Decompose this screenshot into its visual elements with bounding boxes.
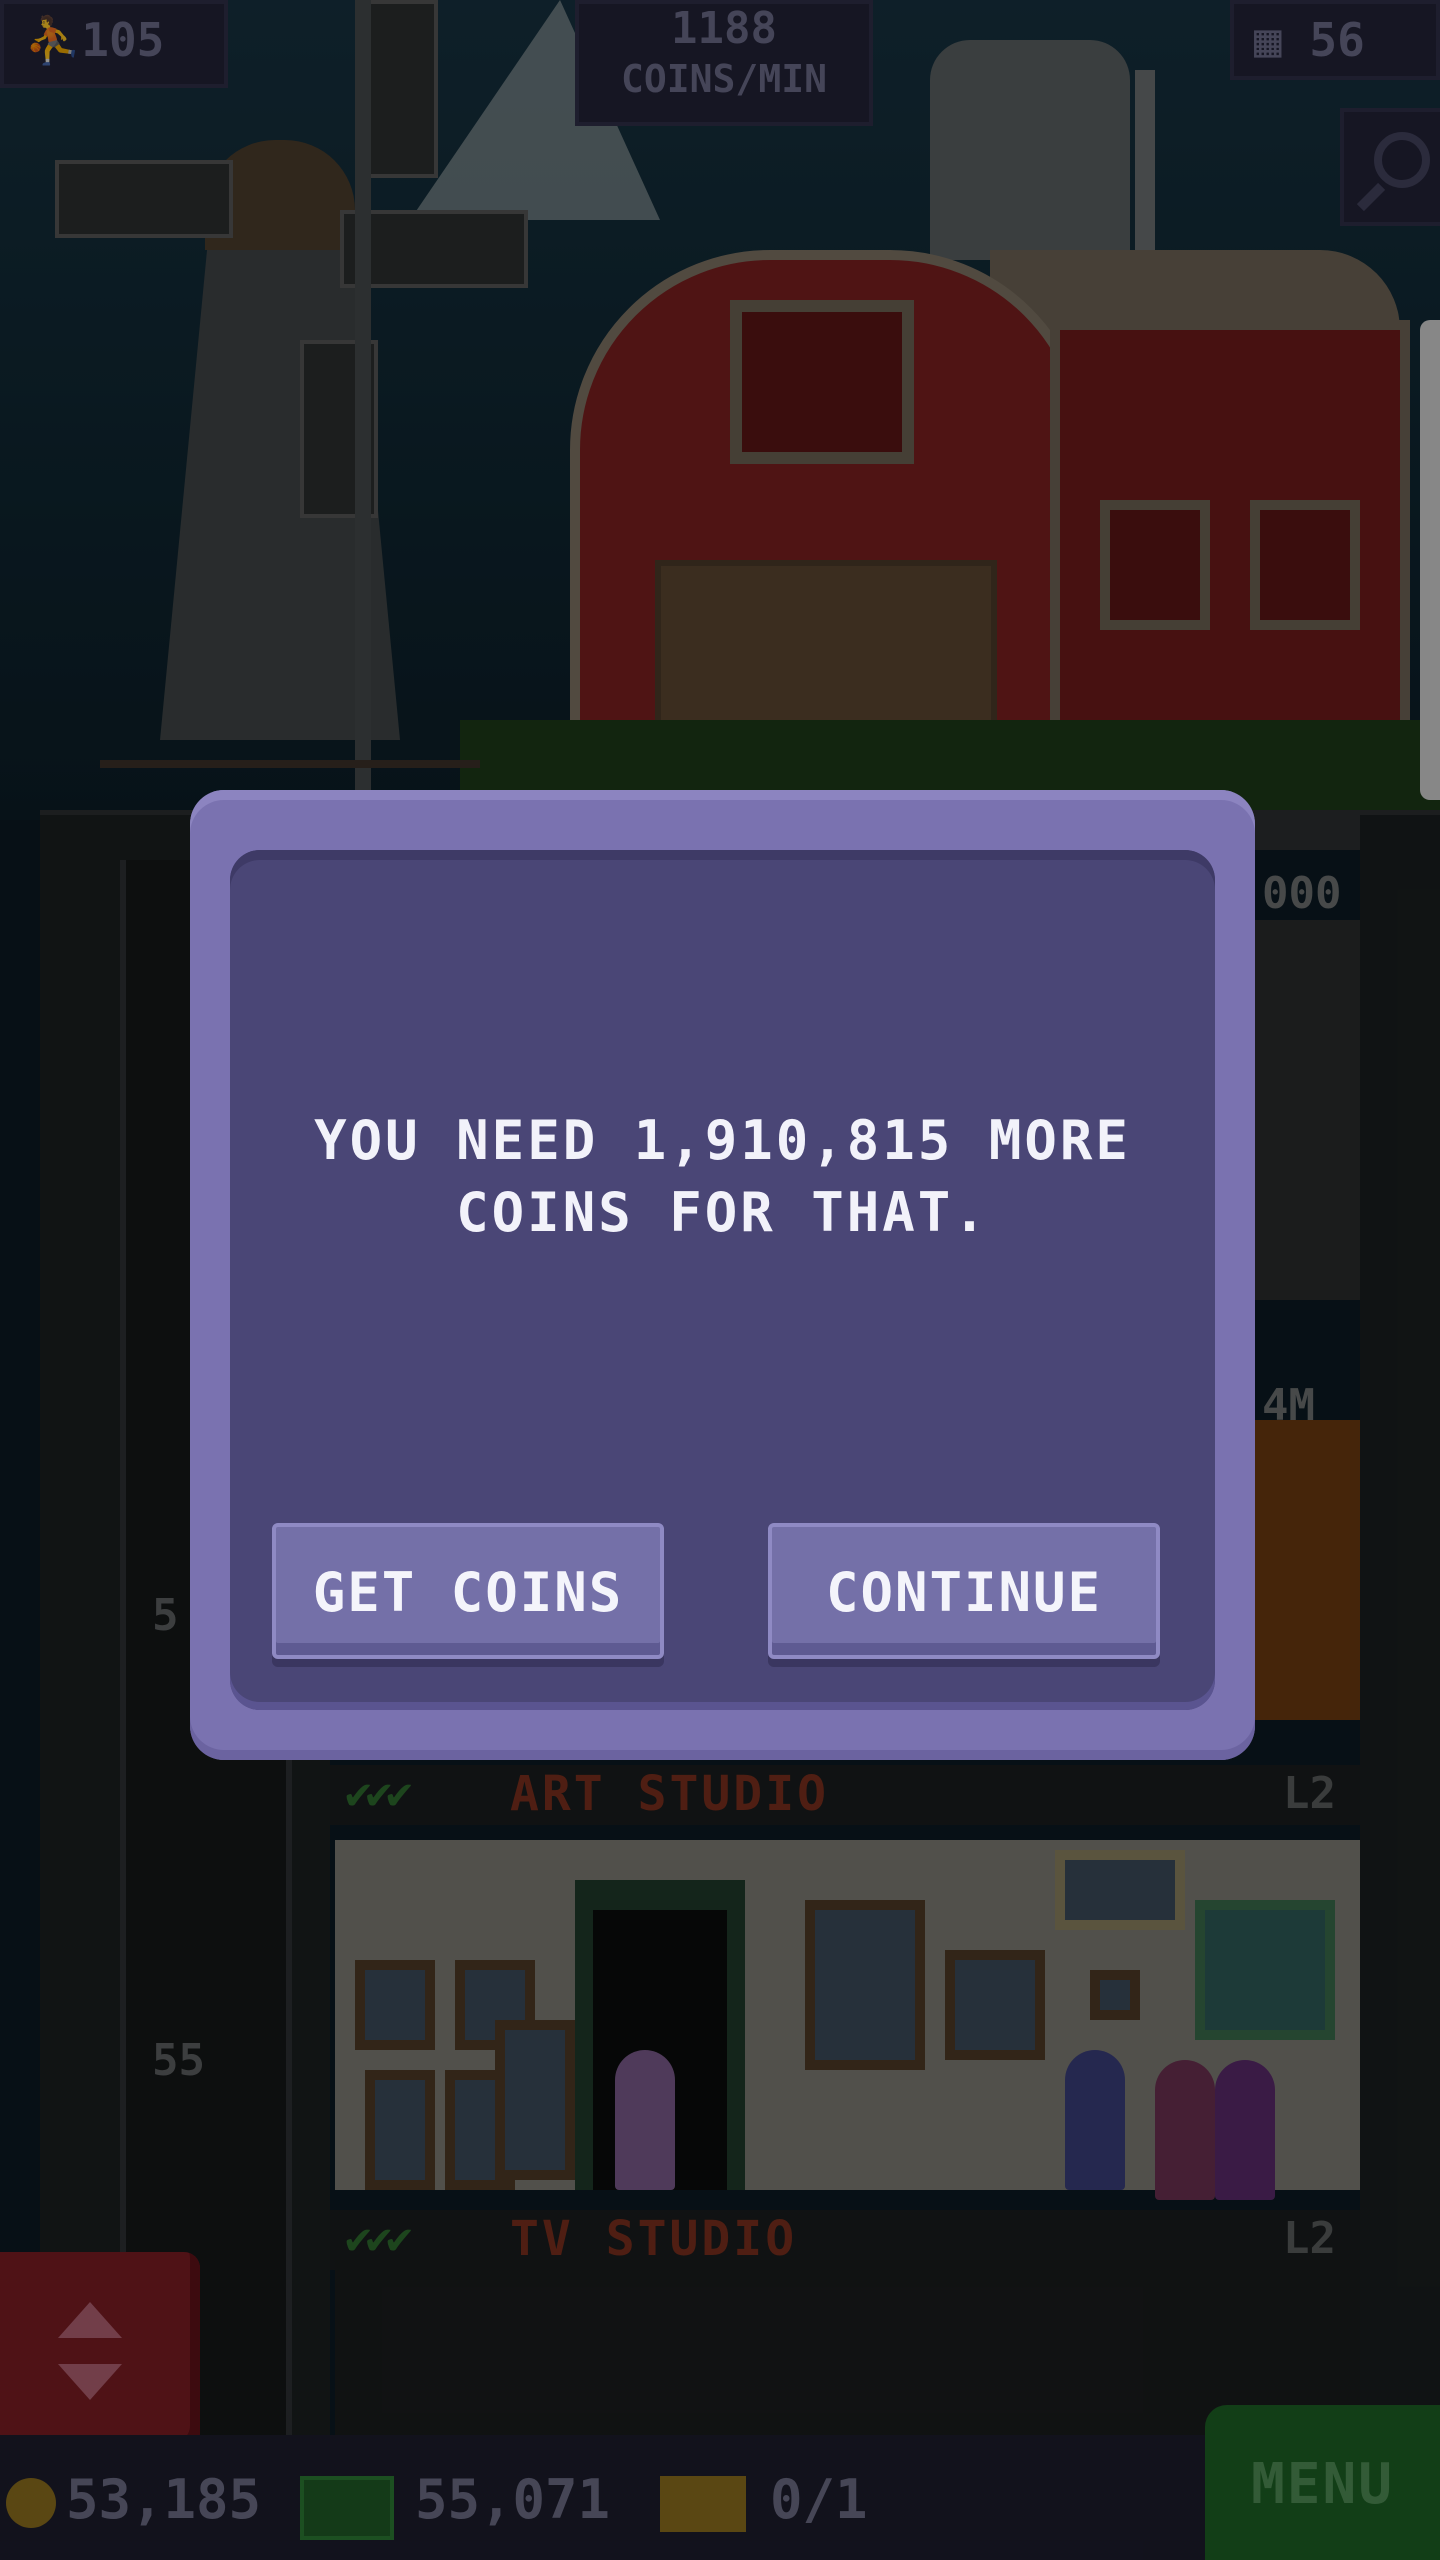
continue-button[interactable]: CONTINUE bbox=[768, 1523, 1160, 1659]
game-scene: 000 4M 5 55 ✔✔✔ ART STUDIO L2 ✔✔✔ TV STU… bbox=[0, 0, 1440, 2560]
insufficient-coins-dialog: YOU NEED 1,910,815 MORE COINS FOR THAT. … bbox=[190, 790, 1255, 1760]
get-coins-button[interactable]: GET COINS bbox=[272, 1523, 664, 1659]
dialog-message: YOU NEED 1,910,815 MORE COINS FOR THAT. bbox=[314, 1109, 1131, 1244]
dialog-body: YOU NEED 1,910,815 MORE COINS FOR THAT. … bbox=[230, 850, 1215, 1710]
